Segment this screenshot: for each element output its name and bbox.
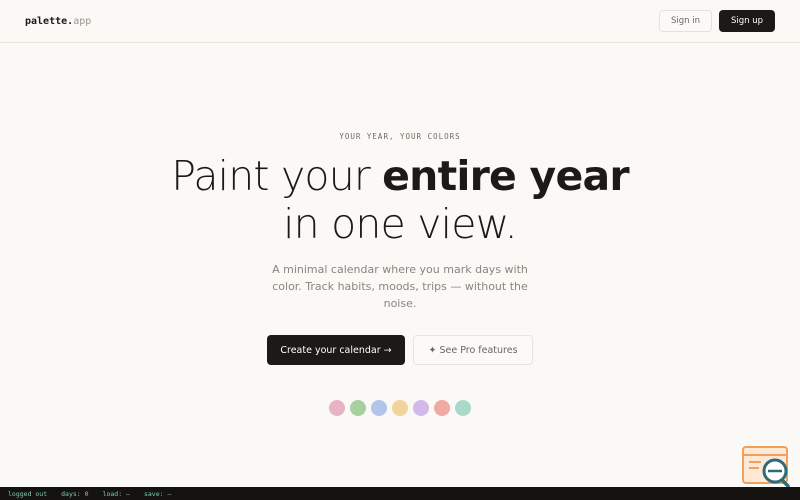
status-days: days: 0 bbox=[61, 489, 89, 498]
browser-search-icon-graphic bbox=[742, 446, 790, 488]
hero-headline: Paint your entire year in one view. bbox=[0, 152, 800, 248]
top-nav: palette. app Sign in Sign up bbox=[0, 0, 800, 43]
logo[interactable]: palette. app bbox=[25, 16, 91, 27]
logo-name: palette bbox=[25, 15, 68, 27]
hero-subtitle: A minimal calendar where you mark days w… bbox=[272, 263, 528, 310]
color-swatch-2[interactable] bbox=[350, 400, 366, 416]
color-swatches bbox=[0, 400, 800, 416]
headline-emphasis: entire year bbox=[382, 152, 629, 200]
color-swatch-4[interactable] bbox=[392, 400, 408, 416]
status-save: save: – bbox=[143, 489, 172, 498]
sign-up-button[interactable]: Sign up bbox=[718, 10, 775, 32]
status-load: load: – bbox=[102, 489, 130, 498]
see-pro-features-button[interactable]: ✦ See Pro features bbox=[413, 335, 533, 365]
cta-group: Create your calendar → ✦ See Pro feature… bbox=[0, 335, 800, 365]
hero-eyebrow: YOUR YEAR, YOUR COLORS bbox=[339, 132, 461, 141]
auth-buttons: Sign in Sign up bbox=[658, 10, 775, 32]
headline-lead: Paint your bbox=[171, 152, 383, 200]
browser-search-icon[interactable] bbox=[741, 445, 791, 488]
headline-line-two: in one view. bbox=[283, 200, 518, 248]
create-calendar-button[interactable]: Create your calendar → bbox=[267, 335, 405, 365]
color-swatch-1[interactable] bbox=[329, 400, 345, 416]
color-swatch-7[interactable] bbox=[455, 400, 471, 416]
color-swatch-5[interactable] bbox=[413, 400, 429, 416]
status-auth: logged out bbox=[8, 489, 48, 498]
color-swatch-3[interactable] bbox=[371, 400, 387, 416]
logo-tld: app bbox=[73, 15, 92, 27]
color-swatch-6[interactable] bbox=[434, 400, 450, 416]
status-bar: logged out days: 0 load: – save: – bbox=[0, 487, 800, 500]
sign-in-button[interactable]: Sign in bbox=[658, 10, 712, 32]
